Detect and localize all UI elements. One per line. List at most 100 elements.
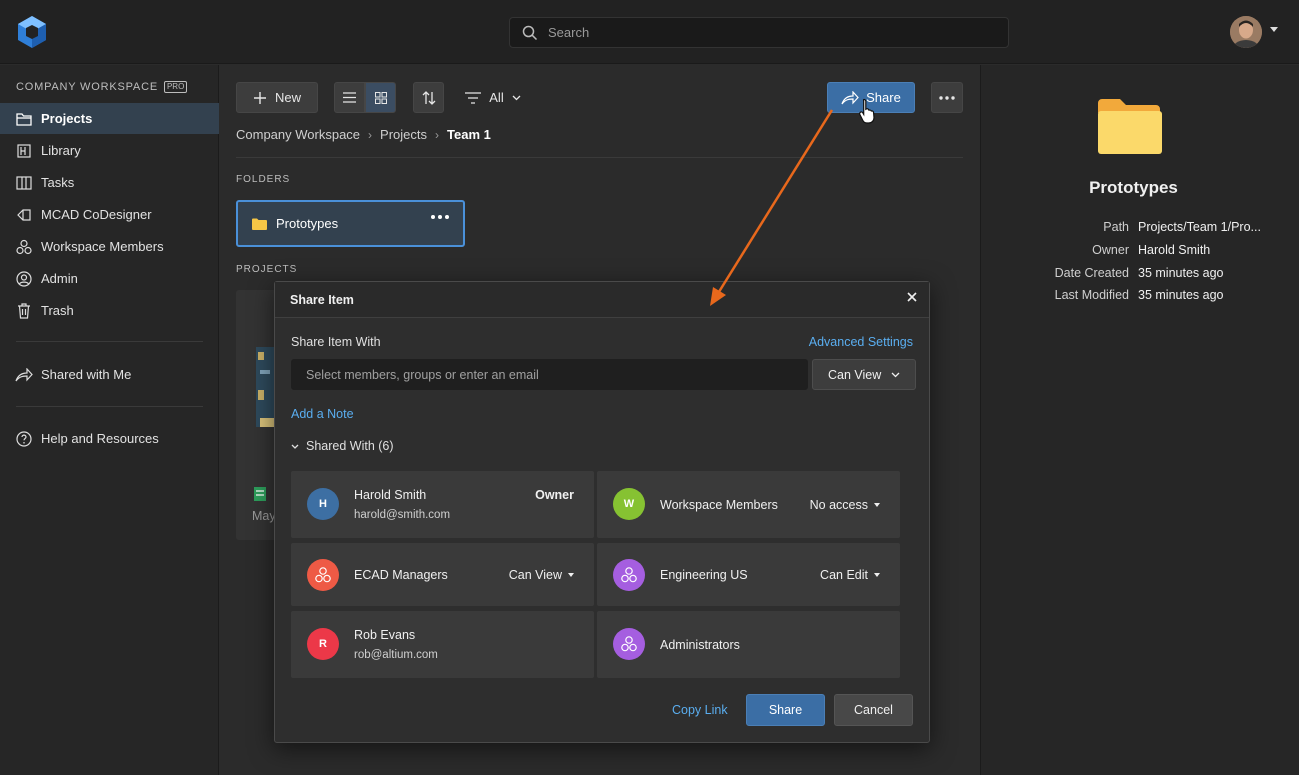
user-menu-caret-icon[interactable] (1270, 27, 1278, 32)
sidebar-item-members[interactable]: Workspace Members (0, 231, 219, 262)
list-view-icon (343, 92, 356, 103)
sidebar-divider (16, 341, 203, 342)
share-entry: Engineering US Can Edit (597, 543, 900, 606)
pro-badge: PRO (163, 81, 188, 93)
admin-icon (15, 270, 33, 288)
entry-role: Owner (535, 488, 574, 502)
shared-with-label: Shared With (6) (306, 439, 394, 453)
role-dropdown[interactable]: No access (810, 498, 880, 512)
add-note-link[interactable]: Add a Note (291, 407, 354, 421)
folder-card[interactable]: Prototypes (236, 200, 465, 247)
breadcrumb-item[interactable]: Projects (380, 127, 427, 142)
sidebar-item-label: Workspace Members (41, 239, 164, 254)
detail-value: Harold Smith (1138, 243, 1211, 257)
project-date: May (252, 509, 276, 523)
sidebar-item-admin[interactable]: Admin (0, 263, 219, 294)
sidebar-item-label: Trash (41, 303, 74, 318)
chevron-down-icon (512, 95, 521, 101)
folders-heading: FOLDERS (236, 174, 291, 185)
folder-name: Prototypes (276, 216, 339, 231)
breadcrumb: Company Workspace › Projects › Team 1 (236, 127, 491, 142)
detail-key: Owner (1092, 243, 1129, 257)
grid-view-button[interactable] (365, 82, 396, 113)
entry-name: Administrators (660, 638, 740, 652)
avatar: W (613, 488, 645, 520)
dialog-title: Share Item (290, 293, 354, 307)
sidebar-item-label: MCAD CoDesigner (41, 207, 152, 222)
projects-heading: PROJECTS (236, 264, 298, 275)
dialog-share-button[interactable]: Share (746, 694, 825, 726)
more-icon (939, 95, 955, 100)
workspace-title[interactable]: COMPANY WORKSPACE PRO (16, 81, 188, 93)
detail-value: Projects/Team 1/Pro... (1138, 220, 1261, 234)
filter-dropdown[interactable]: All (460, 82, 526, 113)
role-label: Can Edit (820, 568, 868, 582)
advanced-settings-link[interactable]: Advanced Settings (809, 335, 913, 349)
share-entry: R Rob Evans rob@altium.com (291, 611, 594, 678)
share-entry: ECAD Managers Can View (291, 543, 594, 606)
share-entry: W Workspace Members No access (597, 471, 900, 538)
plus-icon (253, 91, 267, 105)
group-icon (613, 628, 645, 660)
caret-down-icon (568, 573, 574, 577)
sidebar-item-shared[interactable]: Shared with Me (0, 359, 219, 390)
copy-link-button[interactable]: Copy Link (672, 703, 728, 717)
list-view-button[interactable] (334, 82, 365, 113)
sidebar-item-label: Library (41, 143, 81, 158)
member-search-input[interactable] (291, 359, 808, 390)
close-icon[interactable] (907, 292, 917, 302)
sidebar-item-tasks[interactable]: Tasks (0, 167, 219, 198)
detail-value: 35 minutes ago (1138, 288, 1224, 302)
user-avatar[interactable] (1230, 16, 1262, 48)
detail-row-created: Date Created 35 minutes ago (981, 266, 1299, 284)
entry-email: harold@smith.com (354, 509, 451, 521)
dialog-cancel-button[interactable]: Cancel (834, 694, 913, 726)
chevron-right-icon: › (368, 127, 373, 142)
share-with-label: Share Item With (291, 335, 381, 349)
search-input[interactable] (548, 18, 988, 47)
tasks-icon (15, 174, 33, 192)
share-entry: H Harold Smith harold@smith.com Owner (291, 471, 594, 538)
sidebar-item-trash[interactable]: Trash (0, 295, 219, 326)
breadcrumb-item[interactable]: Company Workspace (236, 127, 360, 142)
role-dropdown[interactable]: Can Edit (820, 568, 880, 582)
detail-key: Path (1103, 220, 1129, 234)
chevron-down-icon (291, 444, 299, 449)
sidebar-item-projects[interactable]: Projects (0, 103, 219, 134)
share-icon (841, 90, 859, 105)
sidebar-divider (16, 406, 203, 407)
app-logo-icon[interactable] (16, 15, 48, 49)
entry-name: Rob Evans (354, 628, 416, 642)
more-options-button[interactable] (931, 82, 963, 113)
grid-view-icon (374, 91, 387, 104)
entry-name: Engineering US (660, 568, 748, 582)
divider (236, 157, 963, 158)
breadcrumb-current: Team 1 (447, 127, 491, 142)
filter-icon (465, 91, 482, 104)
sort-icon (422, 90, 436, 105)
group-icon (613, 559, 645, 591)
shared-with-toggle[interactable]: Shared With (6) (291, 439, 394, 453)
entry-email: rob@altium.com (354, 649, 438, 661)
more-icon[interactable] (431, 215, 449, 219)
sidebar-item-library[interactable]: Library (0, 135, 219, 166)
avatar: R (307, 628, 339, 660)
search-box[interactable] (509, 17, 1009, 48)
share-entry: Administrators (597, 611, 900, 678)
sidebar-item-help[interactable]: Help and Resources (0, 423, 219, 454)
dialog-header: Share Item (275, 282, 929, 318)
detail-row-path: Path Projects/Team 1/Pro... (981, 220, 1299, 238)
workspace-title-label: COMPANY WORKSPACE (16, 81, 158, 93)
sort-button[interactable] (413, 82, 444, 113)
new-button[interactable]: New (236, 82, 318, 113)
role-dropdown[interactable]: Can View (509, 568, 574, 582)
permission-select[interactable]: Can View (812, 359, 916, 390)
sidebar-item-label: Tasks (41, 175, 75, 190)
details-title: Prototypes (1089, 178, 1178, 197)
sidebar-item-label: Help and Resources (41, 431, 159, 446)
sidebar-item-label: Admin (41, 271, 78, 286)
role-label: Owner (535, 488, 574, 502)
detail-key: Date Created (1054, 266, 1129, 280)
entry-name: Harold Smith (354, 488, 427, 502)
sidebar-item-mcad[interactable]: MCAD CoDesigner (0, 199, 219, 230)
